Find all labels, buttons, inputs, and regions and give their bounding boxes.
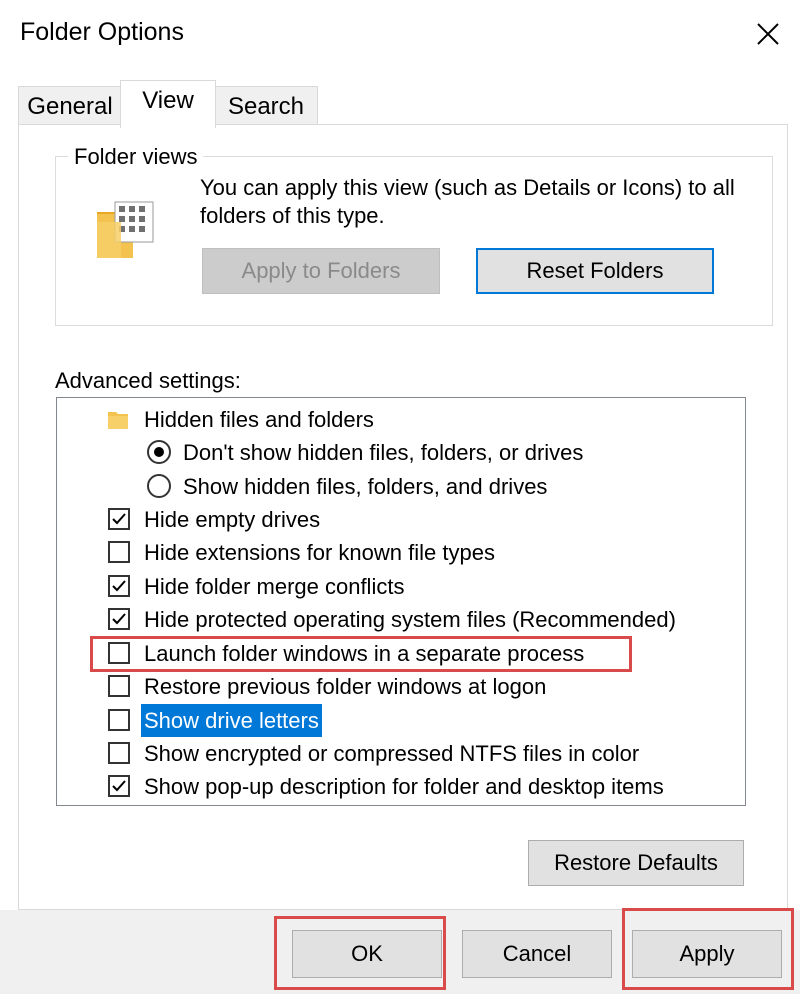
checkbox-label: Hide empty drives bbox=[144, 507, 321, 532]
checkbox-label: Hide extensions for known file types bbox=[144, 540, 495, 565]
checkbox-show-encrypted-color[interactable]: Show encrypted or compressed NTFS files … bbox=[57, 737, 745, 770]
checkbox[interactable] bbox=[108, 575, 130, 597]
cancel-button[interactable]: Cancel bbox=[462, 930, 612, 978]
checkbox-restore-previous-windows[interactable]: Restore previous folder windows at logon bbox=[57, 670, 745, 703]
tab-general[interactable]: General bbox=[18, 86, 122, 126]
checkbox-hide-empty-drives[interactable]: Hide empty drives bbox=[57, 503, 745, 536]
advanced-settings-list: Hidden files and folders Don't show hidd… bbox=[56, 397, 746, 806]
close-button[interactable] bbox=[738, 6, 796, 60]
title-bar: Folder Options bbox=[0, 0, 800, 66]
folder-views-title: Folder views bbox=[68, 144, 204, 170]
tab-view[interactable]: View bbox=[120, 80, 216, 128]
radio-label: Don't show hidden files, folders, or dri… bbox=[183, 440, 584, 465]
checkmark-icon bbox=[112, 613, 126, 625]
checkbox-launch-separate-process[interactable]: Launch folder windows in a separate proc… bbox=[57, 637, 745, 670]
checkbox[interactable] bbox=[108, 742, 130, 764]
checkbox-hide-merge-conflicts[interactable]: Hide folder merge conflicts bbox=[57, 570, 745, 603]
checkbox-hide-protected-files[interactable]: Hide protected operating system files (R… bbox=[57, 603, 745, 636]
close-icon bbox=[757, 23, 779, 45]
checkbox[interactable] bbox=[108, 508, 130, 530]
radio-button[interactable] bbox=[147, 440, 171, 464]
checkbox-hide-extensions[interactable]: Hide extensions for known file types bbox=[57, 536, 745, 569]
advanced-settings-label: Advanced settings: bbox=[55, 368, 241, 393]
checkbox[interactable] bbox=[108, 775, 130, 797]
radio-label: Show hidden files, folders, and drives bbox=[183, 474, 548, 499]
checkbox[interactable] bbox=[108, 608, 130, 630]
radio-dont-show-hidden[interactable]: Don't show hidden files, folders, or dri… bbox=[57, 436, 745, 469]
checkbox[interactable] bbox=[108, 642, 130, 664]
checkbox[interactable] bbox=[108, 541, 130, 563]
checkmark-icon bbox=[112, 513, 126, 525]
checkbox-label: Show pop-up description for folder and d… bbox=[144, 774, 664, 799]
folder-view-icon bbox=[95, 198, 159, 262]
checkbox-show-drive-letters[interactable]: Show drive letters bbox=[57, 704, 745, 737]
checkbox-show-popup-description[interactable]: Show pop-up description for folder and d… bbox=[57, 770, 745, 803]
checkbox-label: Launch folder windows in a separate proc… bbox=[144, 641, 585, 666]
folder-views-description: You can apply this view (such as Details… bbox=[200, 175, 735, 228]
folder-icon bbox=[108, 412, 128, 429]
list-item-label: Hidden files and folders bbox=[144, 407, 374, 432]
list-item-hidden-files-group: Hidden files and folders bbox=[57, 403, 745, 436]
restore-defaults-button[interactable]: Restore Defaults bbox=[528, 840, 744, 886]
checkmark-icon bbox=[112, 580, 126, 592]
window-title: Folder Options bbox=[20, 18, 184, 46]
reset-folders-button[interactable]: Reset Folders bbox=[476, 248, 714, 294]
checkbox[interactable] bbox=[108, 709, 130, 731]
radio-button[interactable] bbox=[147, 474, 171, 498]
ok-button[interactable]: OK bbox=[292, 930, 442, 978]
checkbox-label: Hide protected operating system files (R… bbox=[144, 607, 676, 632]
checkmark-icon bbox=[112, 780, 126, 792]
tab-search[interactable]: Search bbox=[214, 86, 318, 126]
checkbox-label: Show encrypted or compressed NTFS files … bbox=[144, 741, 640, 766]
checkbox[interactable] bbox=[108, 675, 130, 697]
checkbox-label: Hide folder merge conflicts bbox=[144, 574, 405, 599]
checkbox-label: Show drive letters bbox=[141, 704, 322, 737]
apply-to-folders-button[interactable]: Apply to Folders bbox=[202, 248, 440, 294]
tab-strip: General View Search bbox=[18, 80, 788, 128]
checkbox-label: Restore previous folder windows at logon bbox=[144, 674, 547, 699]
radio-show-hidden[interactable]: Show hidden files, folders, and drives bbox=[57, 470, 745, 503]
apply-button[interactable]: Apply bbox=[632, 930, 782, 978]
